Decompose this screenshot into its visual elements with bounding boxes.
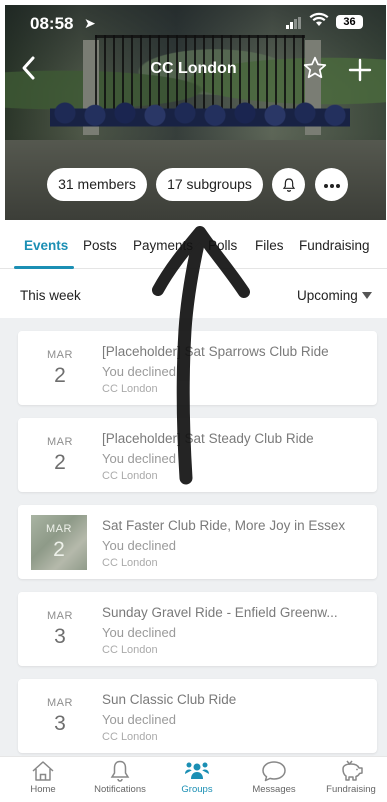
event-rsvp-status: You declined bbox=[102, 364, 176, 379]
battery-indicator: 36 bbox=[336, 15, 363, 29]
event-month: MAR bbox=[47, 697, 73, 709]
status-time: 08:58 bbox=[30, 14, 74, 33]
cell-signal-icon bbox=[286, 17, 302, 29]
nav-fundraising-label: Fundraising bbox=[326, 784, 376, 795]
chevron-down-icon[interactable] bbox=[362, 292, 372, 299]
tab-fundraising[interactable]: Fundraising bbox=[299, 238, 370, 253]
nav-fundraising[interactable]: Fundraising bbox=[311, 759, 387, 795]
event-card[interactable]: MAR 3 Sunday Gravel Ride - Enfield Green… bbox=[18, 592, 377, 666]
members-chip[interactable]: 31 members bbox=[47, 168, 147, 201]
event-month: MAR bbox=[47, 610, 73, 622]
event-rsvp-status: You declined bbox=[102, 538, 176, 553]
event-title: Sun Classic Club Ride bbox=[102, 692, 237, 707]
upcoming-dropdown[interactable]: Upcoming bbox=[297, 288, 358, 303]
event-title: [Placeholder] Sat Sparrows Club Ride bbox=[102, 344, 329, 359]
active-tab-indicator bbox=[14, 266, 74, 269]
wifi-icon bbox=[309, 12, 329, 33]
event-list: MAR 2 [Placeholder] Sat Sparrows Club Ri… bbox=[0, 318, 387, 756]
event-organizer: CC London bbox=[102, 470, 158, 482]
nav-home[interactable]: Home bbox=[3, 759, 83, 795]
event-title: Sat Faster Club Ride, More Joy in Essex bbox=[102, 518, 346, 533]
tab-polls[interactable]: Polls bbox=[208, 238, 237, 253]
event-day: 3 bbox=[54, 712, 66, 735]
tab-events[interactable]: Events bbox=[24, 238, 68, 253]
group-tabs: Events Posts Payments Polls Files Fundra… bbox=[0, 221, 387, 269]
favorite-star-button[interactable] bbox=[302, 55, 328, 81]
event-day: 2 bbox=[54, 364, 66, 387]
event-organizer: CC London bbox=[102, 644, 158, 656]
nav-home-label: Home bbox=[30, 784, 56, 795]
home-icon bbox=[32, 761, 54, 781]
event-title: Sunday Gravel Ride - Enfield Greenw... bbox=[102, 605, 338, 620]
event-card[interactable]: MAR 3 Sun Classic Club Ride You declined… bbox=[18, 679, 377, 753]
notification-settings-button[interactable] bbox=[272, 168, 305, 201]
add-button[interactable] bbox=[348, 50, 372, 90]
ellipsis-icon bbox=[323, 184, 340, 188]
event-month: MAR bbox=[46, 523, 72, 535]
tab-files[interactable]: Files bbox=[255, 238, 284, 253]
event-rsvp-status: You declined bbox=[102, 712, 176, 727]
nav-notifications[interactable]: Notifications bbox=[80, 759, 160, 795]
group-title: CC London bbox=[150, 60, 237, 77]
event-day: 2 bbox=[53, 538, 65, 561]
bottom-tab-bar: Home Notifications Groups Messages Fundr… bbox=[0, 756, 387, 802]
nav-messages[interactable]: Messages bbox=[234, 759, 314, 795]
bell-icon bbox=[282, 178, 295, 192]
nav-groups[interactable]: Groups bbox=[157, 759, 237, 795]
subgroups-chip[interactable]: 17 subgroups bbox=[156, 168, 263, 201]
event-thumbnail: MAR 2 bbox=[31, 515, 87, 570]
nav-messages-label: Messages bbox=[252, 784, 296, 795]
more-options-button[interactable] bbox=[315, 168, 348, 201]
groups-icon bbox=[185, 762, 209, 779]
location-arrow-icon: ➤ bbox=[84, 15, 96, 31]
nav-groups-label: Groups bbox=[181, 784, 213, 795]
cover-riders bbox=[50, 95, 350, 140]
event-month: MAR bbox=[47, 436, 73, 448]
event-organizer: CC London bbox=[102, 731, 158, 743]
event-card[interactable]: MAR 2 [Placeholder] Sat Sparrows Club Ri… bbox=[18, 331, 377, 405]
week-filter[interactable]: This week bbox=[20, 288, 81, 303]
bell-icon bbox=[110, 760, 130, 782]
event-rsvp-status: You declined bbox=[102, 625, 176, 640]
piggy-bank-icon bbox=[342, 760, 363, 781]
event-organizer: CC London bbox=[102, 383, 158, 395]
event-day: 2 bbox=[54, 451, 66, 474]
event-rsvp-status: You declined bbox=[102, 451, 176, 466]
event-month: MAR bbox=[47, 349, 73, 361]
tab-payments[interactable]: Payments bbox=[133, 238, 193, 253]
event-card[interactable]: MAR 2 Sat Faster Club Ride, More Joy in … bbox=[18, 505, 377, 579]
nav-notifications-label: Notifications bbox=[94, 784, 146, 795]
event-filter-row: This week Upcoming bbox=[0, 270, 387, 318]
event-organizer: CC London bbox=[102, 557, 158, 569]
status-bar: 08:58 ➤ 36 bbox=[0, 0, 387, 44]
chat-icon bbox=[262, 761, 286, 782]
event-title: [Placeholder] Sat Steady Club Ride bbox=[102, 431, 314, 446]
event-card[interactable]: MAR 2 [Placeholder] Sat Steady Club Ride… bbox=[18, 418, 377, 492]
tab-posts[interactable]: Posts bbox=[83, 238, 117, 253]
event-day: 3 bbox=[54, 625, 66, 648]
